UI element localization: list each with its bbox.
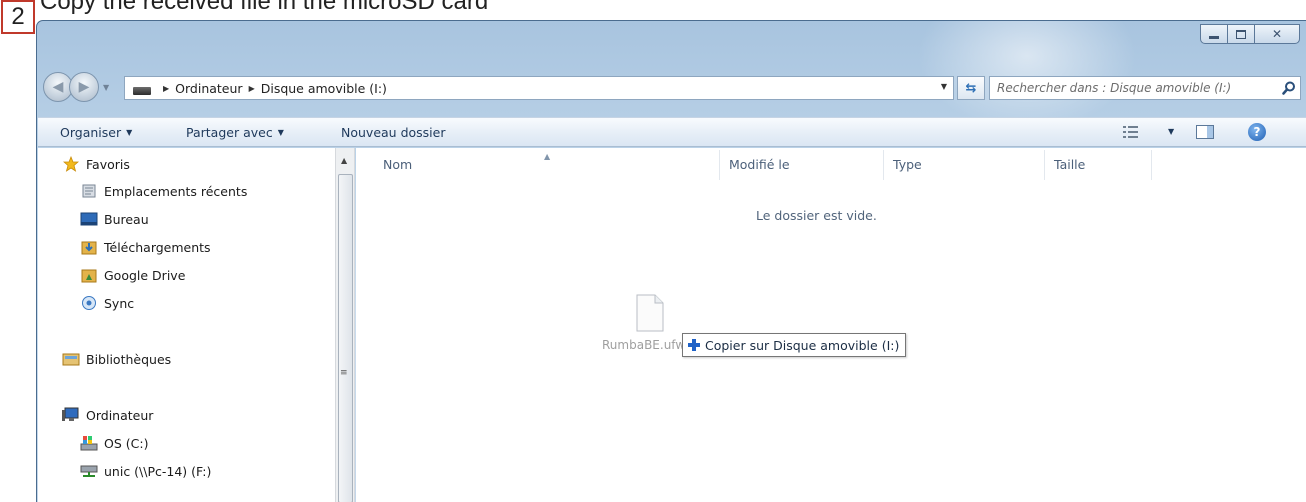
nav-label: Google Drive (104, 267, 186, 283)
computer-icon (62, 407, 80, 423)
preview-pane-icon[interactable] (1196, 125, 1214, 139)
nav-label: Téléchargements (104, 239, 211, 255)
column-header-name[interactable]: Nom (383, 157, 412, 172)
scrollbar-grip-icon: ≡ (340, 368, 348, 378)
dragged-file-icon (635, 294, 665, 332)
view-options-dropdown[interactable]: ▼ (1168, 127, 1174, 136)
recent-pages-dropdown[interactable]: ▼ (103, 83, 109, 92)
column-divider[interactable] (883, 150, 884, 180)
column-header-type[interactable]: Type (893, 157, 922, 172)
nav-sync[interactable]: Sync (80, 295, 134, 311)
google-drive-folder-icon (80, 267, 98, 283)
search-input[interactable]: Rechercher dans : Disque amovible (I:) (989, 76, 1301, 100)
nav-favorites[interactable]: Favoris (62, 156, 130, 172)
system-drive-icon (80, 435, 98, 451)
address-bar[interactable]: ▶ Ordinateur ▶ Disque amovible (I:) ▼ (124, 76, 954, 100)
plus-icon (687, 338, 701, 352)
help-icon[interactable]: ? (1248, 123, 1266, 141)
nav-computer[interactable]: Ordinateur (62, 407, 153, 423)
nav-recent-places[interactable]: Emplacements récents (80, 183, 247, 199)
nav-drive-c[interactable]: OS (C:) (80, 435, 148, 451)
command-bar: Organiser ▼ Partager avec ▼ Nouveau dossie… (38, 117, 1306, 147)
column-header-modified[interactable]: Modifié le (729, 157, 790, 172)
removable-drive-icon (133, 86, 151, 95)
breadcrumb-removable-disk[interactable]: Disque amovible (I:) (261, 81, 387, 96)
column-divider[interactable] (1151, 150, 1152, 180)
forward-arrow-icon: ▶ (78, 79, 90, 95)
navigation-pane: Favoris Emplacements récents Bureau Télé… (38, 148, 335, 502)
nav-desktop[interactable]: Bureau (80, 211, 149, 227)
sync-icon (80, 295, 98, 311)
breadcrumb-separator-icon[interactable]: ▶ (163, 84, 169, 93)
nav-label: Emplacements récents (104, 183, 248, 199)
share-with-menu[interactable]: Partager avec ▼ (186, 125, 284, 140)
nav-label: OS (C:) (104, 435, 149, 451)
forward-button[interactable]: ▶ (69, 72, 99, 102)
search-icon[interactable] (1278, 81, 1300, 95)
nav-label: Sync (104, 295, 135, 311)
sort-ascending-icon: ▲ (544, 152, 551, 161)
nav-downloads[interactable]: Téléchargements (80, 239, 211, 255)
caption-buttons: ✕ (1200, 24, 1300, 44)
close-button[interactable]: ✕ (1254, 24, 1300, 44)
chevron-down-icon: ▼ (277, 128, 284, 137)
maximize-button[interactable] (1227, 24, 1255, 44)
nav-google-drive[interactable]: Google Drive (80, 267, 185, 283)
organize-menu[interactable]: Organiser ▼ (60, 125, 132, 140)
nav-label: Bureau (104, 211, 149, 227)
nav-label: Favoris (86, 156, 130, 172)
page-heading: Copy the received file in the microSD ca… (40, 0, 489, 15)
explorer-window: ✕ ◀ ▶ ▼ ▶ Ordinateur ▶ Disque amovible (… (36, 20, 1306, 502)
history-nav: ◀ ▶ ▼ (43, 72, 109, 102)
copy-drop-label: Copier sur Disque amovible (I:) (705, 337, 900, 353)
refresh-icon: ⇆ (965, 80, 977, 96)
scrollbar-thumb[interactable] (338, 174, 353, 502)
libraries-icon (62, 351, 80, 367)
nav-label: Bibliothèques (86, 351, 172, 367)
network-drive-icon (80, 463, 98, 479)
address-dropdown-icon[interactable]: ▼ (941, 82, 947, 91)
dragged-file-name: RumbaBE.ufw (602, 338, 686, 352)
search-placeholder[interactable]: Rechercher dans : Disque amovible (I:) (990, 81, 1278, 95)
breadcrumb-computer[interactable]: Ordinateur (175, 81, 242, 96)
nav-label: unic (\\Pc-14) (F:) (104, 463, 212, 479)
minimize-button[interactable] (1200, 24, 1228, 44)
column-divider[interactable] (1044, 150, 1045, 180)
scroll-up-arrow-icon[interactable]: ▲ (341, 156, 347, 165)
column-header-size[interactable]: Taille (1054, 157, 1085, 172)
empty-folder-message: Le dossier est vide. (756, 208, 877, 223)
nav-pane-scrollbar[interactable]: ▲ ≡ (335, 148, 355, 502)
copy-drop-tooltip: Copier sur Disque amovible (I:) (682, 333, 907, 357)
chevron-down-icon: ▼ (126, 128, 133, 137)
breadcrumb-separator-icon[interactable]: ▶ (249, 84, 255, 93)
recent-places-icon (80, 183, 98, 199)
back-arrow-icon: ◀ (52, 79, 64, 95)
column-divider[interactable] (719, 150, 720, 180)
star-icon (62, 156, 80, 172)
step-number-badge: 2 (1, 0, 35, 34)
close-icon: ✕ (1271, 27, 1283, 41)
nav-libraries[interactable]: Bibliothèques (62, 351, 171, 367)
desktop-icon (80, 211, 98, 227)
downloads-folder-icon (80, 239, 98, 255)
nav-label: Ordinateur (86, 407, 154, 423)
refresh-button[interactable]: ⇆ (957, 76, 985, 100)
new-folder-button[interactable]: Nouveau dossier (341, 125, 445, 140)
change-view-icon[interactable] (1122, 124, 1140, 143)
maximize-icon (1236, 29, 1246, 39)
nav-network-drive-f[interactable]: unic (\\Pc-14) (F:) (80, 463, 211, 479)
minimize-icon (1209, 35, 1219, 39)
file-list[interactable]: ▲ Nom Modifié le Type Taille Le dossier … (356, 148, 1306, 502)
